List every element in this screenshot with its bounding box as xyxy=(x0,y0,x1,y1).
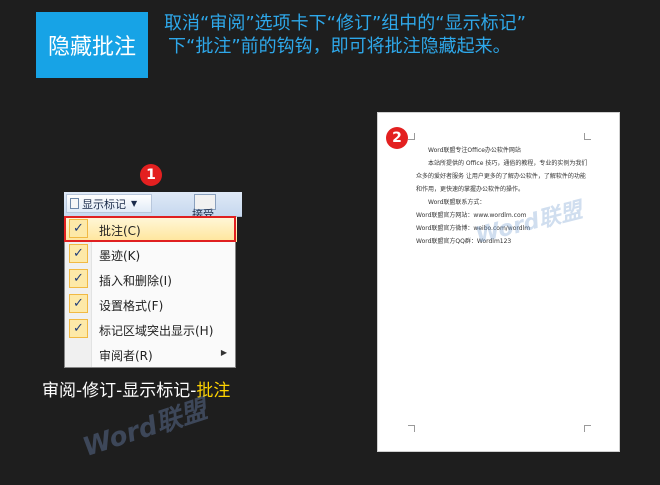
ribbon-bar: 显示标记 ▼ 接受 xyxy=(64,192,242,221)
chevron-down-icon: ▼ xyxy=(131,199,138,208)
check-icon: ✓ xyxy=(69,219,88,238)
menu-item-label: 审阅者(R) xyxy=(99,349,153,363)
document-line: 众多的爱好者服务 让用户更多的了解办公软件，了解软件的功能 xyxy=(416,173,586,180)
menu-item-label: 插入和删除(I) xyxy=(99,274,172,288)
menu-item-label: 批注(C) xyxy=(99,224,141,238)
step-marker-1: 1 xyxy=(140,164,162,186)
document-page: 2 Word联盟专注Office办公软件网站 本站所提供的 Office 技巧，… xyxy=(377,112,620,452)
markup-menu-panel: 显示标记 ▼ 接受 ✓ 批注(C) ✓ 墨迹(K) ✓ 插入和删除(I) ✓ 设… xyxy=(64,192,242,370)
chevron-right-icon: ▶ xyxy=(220,348,227,357)
document-line: 和作用，更快速的掌握办公软件的操作。 xyxy=(416,186,525,193)
instruction-line-1: 取消“审阅”选项卡下“修订”组中的“显示标记” xyxy=(164,13,526,34)
menu-item-label: 标记区域突出显示(H) xyxy=(99,324,214,338)
document-icon xyxy=(70,198,79,209)
document-line: Word联盟联系方式： xyxy=(428,199,486,206)
show-markup-label: 显示标记 xyxy=(82,197,126,211)
title-badge: 隐藏批注 xyxy=(36,12,148,78)
menu-item-label: 墨迹(K) xyxy=(99,249,141,263)
menu-item-label: 设置格式(F) xyxy=(99,299,164,313)
document-line: 本站所提供的 Office 技巧，通俗的教程，专业的实例为我们 xyxy=(428,160,588,167)
accept-button[interactable]: 接受 xyxy=(184,192,242,221)
menu-item-comments[interactable]: ✓ 批注(C) xyxy=(64,216,237,242)
page-corner-mark xyxy=(408,425,415,432)
menu-item-markup-area-highlight[interactable]: ✓ 标记区域突出显示(H) xyxy=(65,317,237,342)
instruction-text: 取消“审阅”选项卡下“修订”组中的“显示标记” 下“批注”前的钩钩，即可将批注隐… xyxy=(164,12,654,58)
show-markup-dropdown[interactable]: 显示标记 ▼ xyxy=(66,194,152,213)
document-line: Word联盟专注Office办公软件网站 xyxy=(428,147,521,154)
page-corner-mark xyxy=(584,425,591,432)
watermark-logo: Word联盟 xyxy=(473,198,585,249)
page-corner-mark xyxy=(408,133,415,140)
menu-item-formatting[interactable]: ✓ 设置格式(F) xyxy=(65,292,237,317)
check-icon: ✓ xyxy=(69,294,88,313)
show-markup-menu: ✓ 批注(C) ✓ 墨迹(K) ✓ 插入和删除(I) ✓ 设置格式(F) ✓ 标… xyxy=(64,216,237,368)
check-icon: ✓ xyxy=(69,244,88,263)
instruction-line-2: 下“批注”前的钩钩，即可将批注隐藏起来。 xyxy=(168,36,511,57)
step-marker-2: 2 xyxy=(386,127,408,149)
menu-item-insertions-deletions[interactable]: ✓ 插入和删除(I) xyxy=(65,267,237,292)
menu-item-reviewers[interactable]: 审阅者(R) ▶ xyxy=(65,342,237,367)
check-icon: ✓ xyxy=(69,269,88,288)
check-icon: ✓ xyxy=(69,319,88,338)
page-corner-mark xyxy=(584,133,591,140)
menu-item-ink[interactable]: ✓ 墨迹(K) xyxy=(65,242,237,267)
